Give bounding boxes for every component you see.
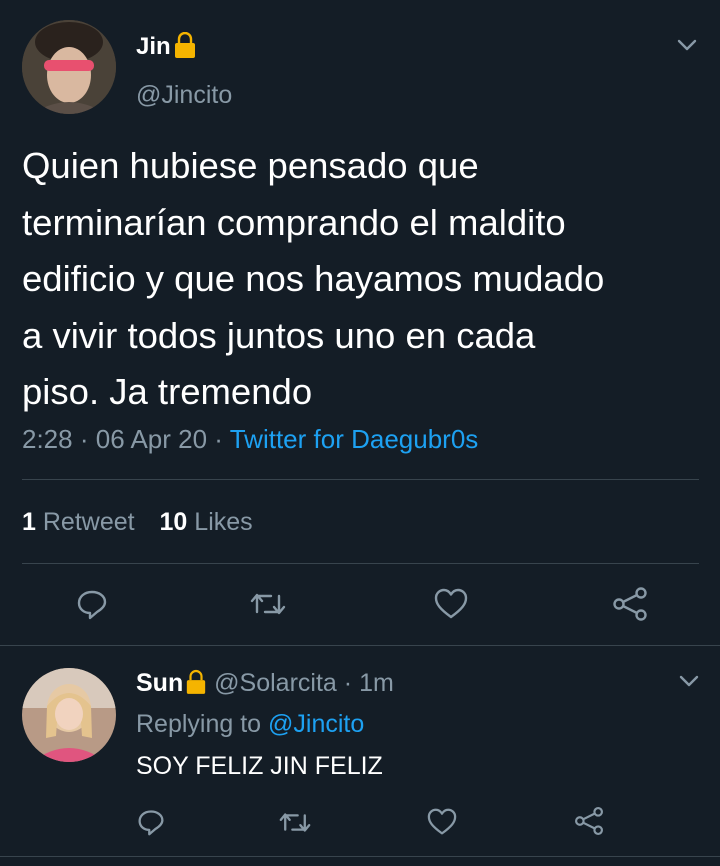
tweet-date: 06 Apr 20 [95, 424, 208, 454]
tweet-text-line: terminarían comprando el maldito [22, 201, 566, 243]
share-icon[interactable] [574, 806, 604, 836]
meta-separator: · [214, 424, 223, 454]
reply-author-handle[interactable]: @Solarcita [214, 669, 337, 697]
avatar-jin-image [22, 20, 116, 114]
tweet-text-line: edificio y que nos hayamos mudado [22, 258, 605, 299]
reply-author-name[interactable]: Sun [136, 669, 183, 697]
reply-age: 1m [359, 669, 394, 697]
tweet-source-link[interactable]: Twitter for Daegubr0s [230, 424, 479, 454]
tweet-text-line: piso. Ja tremendo [22, 371, 313, 412]
divider [0, 856, 720, 857]
chevron-down-icon[interactable] [676, 38, 698, 52]
chevron-down-icon[interactable] [678, 674, 700, 688]
avatar-jin[interactable] [22, 20, 116, 114]
like-icon[interactable] [427, 808, 457, 836]
meta-separator: · [343, 669, 353, 697]
author-name[interactable]: Jin [136, 33, 171, 60]
retweet-count: 1 [22, 508, 36, 536]
divider [22, 563, 699, 564]
like-count: 10 [159, 508, 188, 536]
tweet-meta: 2:28 · 06 Apr 20 · Twitter for Daegubr0s [22, 422, 478, 456]
tweet-text-line: Quien hubiese pensado que [22, 145, 479, 186]
avatar-sun-image [22, 668, 116, 762]
retweet-label: Retweet [42, 508, 135, 536]
reply-icon[interactable] [76, 588, 108, 620]
tweet-text-line: a vivir todos juntos uno en cada [22, 314, 536, 356]
share-icon[interactable] [612, 587, 648, 621]
lock-icon [185, 669, 207, 703]
like-stat[interactable]: 10 Likes [160, 508, 253, 536]
meta-separator: · [79, 424, 89, 454]
tweet-text: Quien hubiese pensado que terminarían co… [22, 138, 604, 421]
retweet-icon[interactable] [250, 590, 286, 618]
avatar-sun[interactable] [22, 668, 116, 762]
like-label: Likes [194, 508, 253, 536]
retweet-stat[interactable]: 1 Retweet [22, 508, 135, 536]
replying-to-handle[interactable]: @Jincito [268, 710, 364, 738]
replying-to: Replying to @Jincito [136, 708, 364, 740]
tweet-stats: 1 Retweet 10 Likes [22, 506, 253, 538]
replying-to-label: Replying to [136, 710, 262, 738]
divider [22, 479, 699, 480]
reply-icon[interactable] [137, 808, 165, 836]
retweet-icon[interactable] [279, 810, 311, 835]
like-icon[interactable] [434, 588, 468, 620]
divider [0, 645, 720, 646]
lock-icon [173, 31, 197, 66]
author-handle[interactable]: @Jincito [136, 80, 232, 110]
tweet-time: 2:28 [22, 424, 73, 454]
reply-text: SOY FELIZ JIN FELIZ [136, 752, 383, 780]
